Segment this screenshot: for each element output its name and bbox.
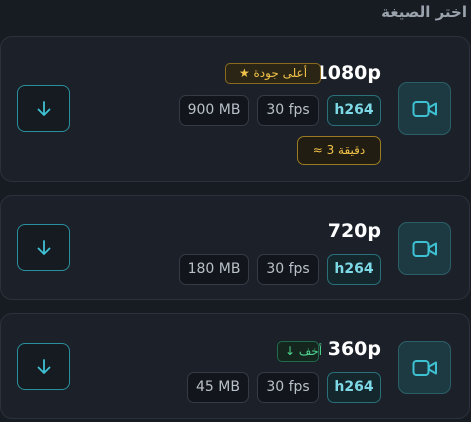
codec-chip: h264	[327, 372, 381, 403]
resolution-label: 1080p	[314, 62, 381, 84]
fps-chip: 30 fps	[257, 372, 319, 403]
download-arrow-icon	[37, 239, 50, 255]
time-estimate-badge: ≈ 3 دقيقة	[297, 136, 381, 165]
fps-chip: 30 fps	[257, 254, 319, 285]
fps-chip: 30 fps	[257, 95, 319, 126]
codec-chip: h264	[327, 254, 381, 285]
codec-chip: h264	[327, 95, 381, 126]
video-camera-icon	[398, 222, 451, 275]
download-button-360p[interactable]	[17, 343, 70, 390]
video-camera-icon	[398, 82, 451, 135]
lightest-badge: ↓ أخف	[277, 341, 322, 362]
download-arrow-icon	[37, 358, 50, 374]
format-option-1080p[interactable]: 1080p ★ أعلى جودة h264 30 fps 900 MB ≈ 3…	[0, 36, 470, 182]
section-title: اختر الصيغة	[381, 3, 467, 21]
size-chip: 900 MB	[179, 95, 249, 126]
resolution-label: 720p	[327, 220, 381, 242]
resolution-label: 360p	[327, 338, 381, 360]
size-chip: 45 MB	[187, 372, 249, 403]
download-arrow-icon	[37, 100, 50, 116]
size-chip: 180 MB	[179, 254, 249, 285]
format-option-720p[interactable]: 720p h264 30 fps 180 MB	[0, 195, 470, 300]
format-option-360p[interactable]: 360p ↓ أخف h264 30 fps 45 MB	[0, 313, 470, 419]
download-button-1080p[interactable]	[17, 85, 70, 132]
best-quality-badge: ★ أعلى جودة	[225, 63, 321, 84]
video-camera-icon	[398, 341, 451, 394]
download-button-720p[interactable]	[17, 224, 70, 271]
